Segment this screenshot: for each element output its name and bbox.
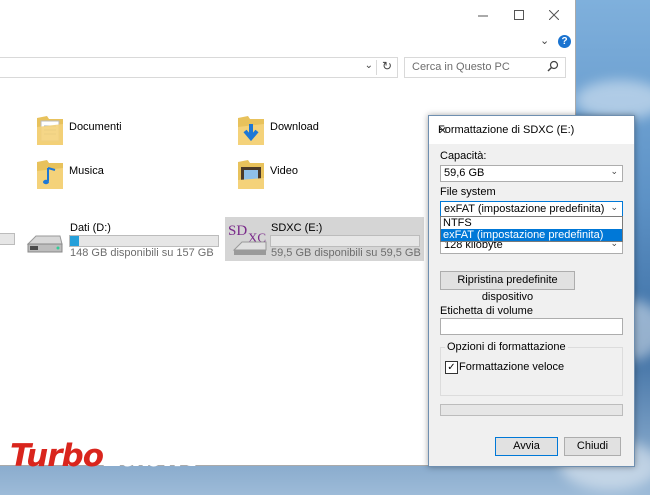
chevron-down-icon: ⌄ [610,202,618,212]
minimize-icon [478,15,488,17]
restore-defaults-button[interactable]: Ripristina predefinite dispositivo [440,271,575,303]
format-options-group: Opzioni di formattazione ✓ Formattazione… [440,341,623,396]
capacity-value: 59,6 GB [444,167,485,179]
svg-text:SD: SD [228,223,247,239]
chevron-down-icon: ⌄ [610,166,618,176]
drive-sdxc-e[interactable]: SD XC SDXC (E:) 59,5 GB disponibili su 5… [225,217,424,261]
search-placeholder: Cerca in Questo PC [412,61,510,73]
maximize-button[interactable] [508,6,530,26]
drive-usage-bar [69,235,219,247]
downloads-folder-icon [238,116,264,145]
format-dialog: Formattazione di SDXC (E:) ✕ Capacità: 5… [428,115,635,467]
address-bar[interactable]: ⌄ ↻ [0,57,398,78]
chevron-down-icon[interactable]: ⌄ [365,60,373,71]
filesystem-dropdown-list: NTFS exFAT (impostazione predefinita) [440,216,623,242]
hard-drive-icon [26,235,63,253]
drive-name: SDXC (E:) [271,222,323,234]
drive-dati-d[interactable]: Dati (D:) 148 GB disponibili su 157 GB [26,222,221,260]
maximize-icon [514,10,524,20]
drive-usage-bar [270,235,420,247]
drive-name: Dati (D:) [70,222,111,234]
volume-label-label: Etichetta di volume [440,305,533,317]
filesystem-value: exFAT (impostazione predefinita) [444,203,605,215]
drive-usage-fill [70,236,79,246]
capacity-select[interactable]: 59,6 GB ⌄ [440,165,623,182]
watermark-part2: Lab.it [103,438,198,474]
music-folder-icon [37,160,63,189]
quick-format-checkbox[interactable]: ✓ [445,361,458,374]
start-button[interactable]: Avvia [495,437,558,456]
minimize-button[interactable] [472,6,494,26]
address-separator [376,60,377,75]
folder-label: Musica [69,165,104,177]
title-bar [0,0,575,32]
expand-ribbon-chevron-icon[interactable]: ⌄ [540,34,549,47]
search-icon[interactable] [547,60,559,73]
drive-free-space: 59,5 GB disponibili su 59,5 GB [271,247,421,259]
search-input[interactable]: Cerca in Questo PC [404,57,566,78]
filesystem-label: File system [440,186,496,198]
quick-format-label: Formattazione veloce [459,361,565,373]
folder-label: Documenti [69,121,122,133]
capacity-label: Capacità: [440,150,487,162]
help-icon[interactable]: ? [558,35,571,48]
sd-card-icon: SD XC [228,223,267,255]
documents-folder-icon [37,116,63,145]
format-options-title: Opzioni di formattazione [445,341,568,353]
format-progress-bar [440,404,623,416]
close-icon [548,9,560,21]
close-button[interactable]: Chiudi [564,437,621,456]
partial-drive-bar [0,233,15,245]
videos-folder-icon [238,160,264,189]
volume-label-input[interactable] [440,318,623,335]
dialog-title-bar: Formattazione di SDXC (E:) ✕ [429,116,634,144]
desktop-cloud [575,80,650,120]
close-window-button[interactable] [543,6,565,26]
drive-free-space: 148 GB disponibili su 157 GB [70,247,214,259]
folder-label: Video [270,165,298,177]
ribbon-row: ⌄ [0,32,575,52]
filesystem-option-ntfs[interactable]: NTFS [441,217,622,229]
watermark-part1: Turbo [10,438,104,474]
refresh-icon[interactable]: ↻ [382,59,392,73]
close-dialog-icon[interactable]: ✕ [438,124,626,137]
filesystem-option-exfat[interactable]: exFAT (impostazione predefinita) [441,229,622,241]
folder-label: Download [270,121,319,133]
turbolab-watermark: TurboLab.it [10,438,198,474]
